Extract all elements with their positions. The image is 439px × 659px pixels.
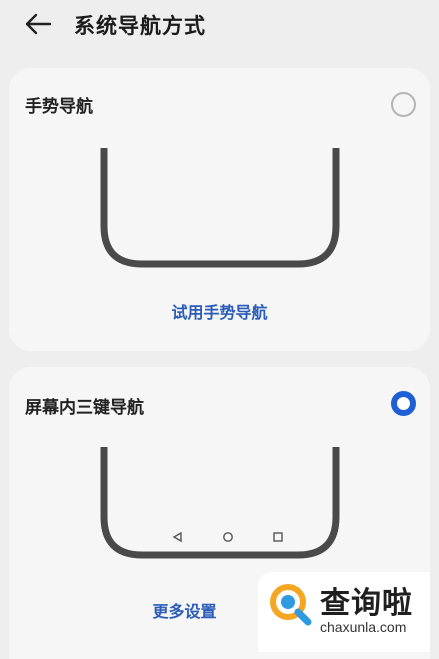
page-title: 系统导航方式 bbox=[74, 14, 206, 38]
gesture-preview-image bbox=[100, 148, 340, 268]
watermark-url: chaxunla.com bbox=[320, 619, 407, 635]
arrow-left-icon bbox=[25, 13, 52, 35]
try-gesture-link[interactable]: 试用手势导航 bbox=[9, 299, 430, 323]
home-circle-icon bbox=[223, 532, 233, 542]
radio-three-key[interactable] bbox=[391, 391, 416, 416]
radio-gesture[interactable] bbox=[391, 92, 416, 117]
three-key-preview-image bbox=[100, 447, 340, 559]
back-button[interactable] bbox=[20, 6, 56, 42]
option-label-three-key: 屏幕内三键导航 bbox=[25, 398, 144, 418]
header: 系统导航方式 bbox=[0, 0, 439, 50]
recent-square-icon bbox=[273, 532, 283, 542]
back-triangle-icon bbox=[172, 531, 182, 543]
watermark: 查询啦 chaxunla.com bbox=[258, 572, 430, 652]
option-card-gesture[interactable]: 手势导航 试用手势导航 bbox=[9, 68, 430, 351]
option-label-gesture: 手势导航 bbox=[25, 97, 93, 117]
search-logo-icon bbox=[270, 584, 312, 626]
watermark-text: 查询啦 bbox=[320, 586, 413, 621]
